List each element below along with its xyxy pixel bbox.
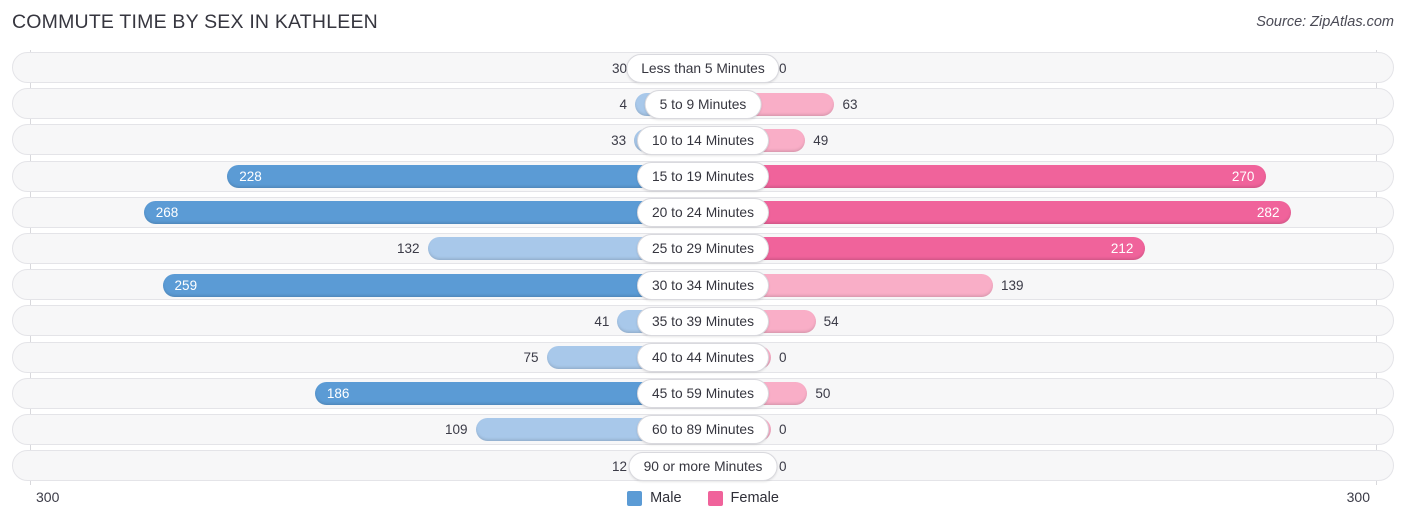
bar-value-female: 63: [842, 96, 858, 112]
bar-row: 228 270 15 to 19 Minutes: [0, 159, 1406, 195]
bar-value-male: 41: [594, 313, 610, 329]
legend-swatch-icon: [707, 490, 723, 506]
bar-value-female: 282: [1256, 205, 1280, 221]
bar-value-male: 30: [611, 60, 627, 76]
bar-value-female: 50: [815, 386, 831, 402]
category-label-pill: 25 to 29 Minutes: [636, 234, 770, 264]
category-label-pill: 5 to 9 Minutes: [644, 89, 762, 119]
bar-row: 33 49 10 to 14 Minutes: [0, 122, 1406, 158]
category-label-pill: Less than 5 Minutes: [626, 53, 780, 83]
bar-female[interactable]: [703, 165, 1267, 189]
bar-value-female: 0: [779, 422, 787, 438]
source-attribution: Source: ZipAtlas.com: [1256, 14, 1394, 30]
bar-row: 132 212 25 to 29 Minutes: [0, 231, 1406, 267]
category-label-pill: 60 to 89 Minutes: [636, 415, 770, 445]
plot-area: 30 0 Less than 5 Minutes 4 63 5 to 9 Minutes 3…: [0, 50, 1406, 485]
bar-value-female: 270: [1231, 169, 1255, 185]
bar-value-male: 132: [397, 241, 420, 257]
chart-footer: 300 300 Male Female: [0, 485, 1406, 523]
bar-value-male: 4: [619, 96, 627, 112]
bar-value-female: 139: [1001, 277, 1024, 293]
bar-value-female: 54: [823, 313, 839, 329]
bar-value-male: 75: [523, 350, 539, 365]
legend-label: Female: [730, 490, 779, 506]
category-label-pill: 15 to 19 Minutes: [636, 162, 770, 192]
bar-row: 41 54 35 to 39 Minutes: [0, 303, 1406, 339]
bar-value-female: 0: [779, 350, 787, 365]
legend-item-male[interactable]: Male: [627, 490, 682, 506]
bar-value-male: 268: [155, 205, 179, 221]
category-label-pill: 45 to 59 Minutes: [636, 379, 770, 409]
bar-rows: 30 0 Less than 5 Minutes 4 63 5 to 9 Minutes 3…: [0, 50, 1406, 484]
page-title: COMMUTE TIME BY SEX IN KATHLEEN: [12, 11, 378, 33]
category-label-pill: 10 to 14 Minutes: [636, 125, 770, 155]
bar-male[interactable]: [162, 273, 703, 297]
bar-row: 75 0 40 to 44 Minutes: [0, 340, 1406, 376]
bar-row: 186 50 45 to 59 Minutes: [0, 376, 1406, 412]
category-label-pill: 40 to 44 Minutes: [636, 343, 770, 372]
bar-value-male: 33: [611, 132, 627, 148]
legend-swatch-icon: [627, 490, 643, 506]
bar-row: 4 63 5 to 9 Minutes: [0, 86, 1406, 122]
bar-row: 259 139 30 to 34 Minutes: [0, 267, 1406, 303]
bar-value-male: 186: [326, 386, 350, 402]
chart-root: COMMUTE TIME BY SEX IN KATHLEEN Source: …: [0, 0, 1406, 523]
bar-row: 268 282 20 to 24 Minutes: [0, 195, 1406, 231]
bar-value-male: 12: [611, 458, 627, 474]
bar-value-female: 0: [779, 60, 787, 76]
bar-female[interactable]: [703, 201, 1292, 225]
chart-legend: Male Female: [0, 490, 1406, 506]
bar-value-male: 109: [445, 422, 468, 438]
bar-value-male: 259: [174, 277, 198, 293]
bar-row: 12 0 90 or more Minutes: [0, 448, 1406, 484]
legend-item-female[interactable]: Female: [707, 490, 779, 506]
bar-row: 109 0 60 to 89 Minutes: [0, 412, 1406, 448]
category-label-pill: 20 to 24 Minutes: [636, 198, 770, 228]
bar-value-male: 228: [239, 169, 262, 185]
bar-male[interactable]: [227, 165, 703, 189]
bar-male[interactable]: [143, 201, 703, 225]
category-label-pill: 35 to 39 Minutes: [636, 306, 770, 336]
bar-row: 30 0 Less than 5 Minutes: [0, 50, 1406, 86]
bar-value-female: 49: [813, 132, 829, 148]
bar-value-female: 0: [779, 458, 787, 474]
bar-value-female: 212: [1110, 241, 1134, 257]
legend-label: Male: [650, 490, 682, 506]
bar-female[interactable]: [703, 237, 1146, 261]
category-label-pill: 30 to 34 Minutes: [636, 270, 770, 300]
category-label-pill: 90 or more Minutes: [628, 451, 778, 481]
chart-header: COMMUTE TIME BY SEX IN KATHLEEN Source: …: [0, 0, 1406, 46]
